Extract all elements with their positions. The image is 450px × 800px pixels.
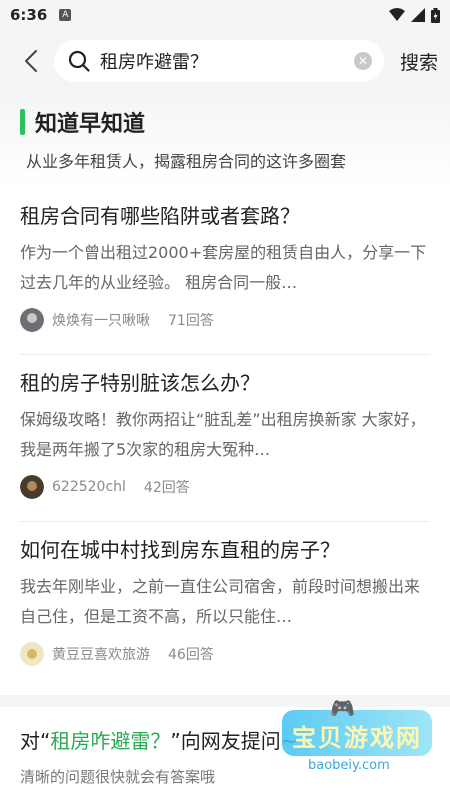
banner-title: 知道早知道 [35,112,146,137]
ask-suffix: ”向网友提问~ [170,729,298,753]
gamepad-icon: 🎮 [330,696,355,720]
question-list: 租房合同有哪些陷阱或者套路？ 作为一个曾出租过2000+套房屋的租赁自由人，分享… [0,188,450,689]
banner-title-row: 知道早知道 [0,106,450,138]
status-time: 6:36 [10,6,48,24]
question-item[interactable]: 租的房子特别脏该怎么办？ 保姆级攻略！教你两招让“脏乱差”出租房换新家 大家好，… [20,355,430,522]
ask-prefix: 对“ [20,729,51,753]
cellular-icon [411,8,425,22]
question-title[interactable]: 如何在城中村找到房东直租的房子？ [20,536,430,564]
notification-a-icon: A [59,9,72,21]
question-meta: 焕焕有一只啾啾 71回答 [20,308,430,332]
chevron-left-icon [25,50,37,72]
banner-subtitle: 从业多年租赁人，揭露租房合同的这许多圈套 [26,152,347,171]
topic-banner: 知道早知道 从业多年租赁人，揭露租房合同的这许多圈套 [0,92,450,188]
question-meta: 黄豆豆喜欢旅游 46回答 [20,642,430,666]
author-name[interactable]: 焕焕有一只啾啾 [52,310,150,330]
wifi-icon [389,8,405,21]
accent-bar [20,109,25,135]
back-button[interactable] [14,44,48,78]
search-button[interactable]: 搜索 [400,48,438,75]
avatar[interactable] [20,475,44,499]
watermark-url: baobeiy.com [308,758,390,773]
question-excerpt[interactable]: 保姆级攻略！教你两招让“脏乱差”出租房换新家 大家好，我是两年搬了5次家的租房大… [20,405,430,465]
avatar[interactable] [20,308,44,332]
question-title[interactable]: 租的房子特别脏该怎么办？ [20,369,430,397]
avatar[interactable] [20,642,44,666]
question-excerpt[interactable]: 我去年刚毕业，之前一直住公司宿舍，前段时间想搬出来自己住，但是工资不高，所以只能… [20,572,430,632]
author-name[interactable]: 黄豆豆喜欢旅游 [52,644,150,664]
question-excerpt[interactable]: 作为一个曾出租过2000+套房屋的租赁自由人，分享一下过去几年的从业经验。 租房… [20,238,430,298]
battery-icon [431,7,440,23]
search-header: 租房咋避雷？ ✕ 搜索 [0,30,450,92]
answer-count: 42回答 [143,480,190,496]
clear-icon[interactable]: ✕ [353,52,372,70]
status-icons [389,7,440,23]
ask-highlight: 租房咋避雷？ [50,729,171,753]
question-meta: 622520chl 42回答 [20,475,430,499]
status-bar: 6:36 A [0,0,450,30]
search-input[interactable]: 租房咋避雷？ ✕ [54,40,384,82]
author-name[interactable]: 622520chl [52,479,126,495]
watermark-brand: 宝贝游戏网 [292,724,422,752]
section-divider [0,695,450,707]
question-title[interactable]: 租房合同有哪些陷阱或者套路？ [20,202,430,230]
question-item[interactable]: 租房合同有哪些陷阱或者套路？ 作为一个曾出租过2000+套房屋的租赁自由人，分享… [20,188,430,355]
question-item[interactable]: 如何在城中村找到房东直租的房子？ 我去年刚毕业，之前一直住公司宿舍，前段时间想搬… [20,522,430,689]
search-icon [68,50,90,72]
answer-count: 46回答 [168,647,214,663]
watermark-logo: 🎮 宝贝游戏网 baobeiy.com [282,696,432,780]
answer-count: 71回答 [168,313,214,329]
search-query[interactable]: 租房咋避雷？ [100,48,354,74]
